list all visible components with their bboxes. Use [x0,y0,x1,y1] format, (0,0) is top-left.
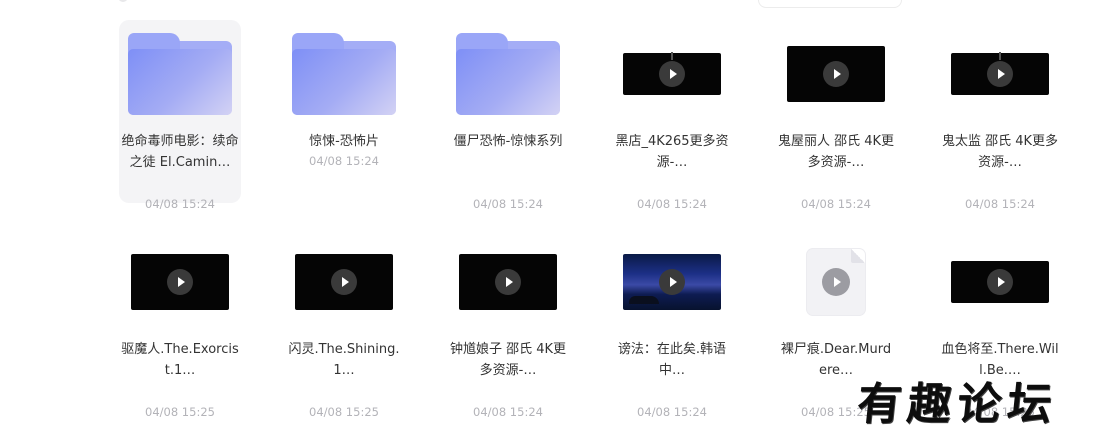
video-item[interactable]: 鬼屋丽人 邵氏 4K更多资源-… 04/08 15:24 [775,20,897,211]
file-name: 僵尸恐怖-惊悚系列 [453,134,563,149]
video-file-thumbnail [775,236,897,328]
file-date: 04/08 15:24 [965,197,1035,211]
video-thumbnail [611,236,733,328]
play-icon [822,268,850,296]
play-icon [495,269,521,295]
file-name: 闪灵.The.Shining.1… [288,342,400,378]
folder-thumbnail [119,28,241,120]
file-date: 04/08 15:24 [145,197,215,211]
play-icon [167,269,193,295]
video-item[interactable]: 闪灵.The.Shining.1… 04/08 15:25 [283,228,405,419]
video-thumbnail [611,28,733,120]
file-name: 驱魔人.The.Exorcist.1… [121,342,239,378]
file-date: 04/08 15:24 [473,405,543,419]
play-icon [659,61,685,87]
play-icon [987,269,1013,295]
file-date: 04/08 15:24 [801,197,871,211]
video-item[interactable]: 鬼太监 邵氏 4K更多资源-… 04/08 15:24 [939,20,1061,211]
file-date: 04/08 15:24 [637,405,707,419]
file-date: 04/08 15:24 [637,197,707,211]
folder-icon [128,33,232,115]
play-icon [987,61,1013,87]
folder-icon [292,33,396,115]
play-icon [823,61,849,87]
file-name: 鬼屋丽人 邵氏 4K更多资源-… [777,134,895,170]
file-name: 黑店_4K265更多资源-… [615,134,729,170]
file-date: 04/08 15:24 [309,154,379,168]
video-file-icon [807,249,865,315]
file-name: 谤法：在此矣.韩语中… [617,342,727,378]
file-name: 惊悚-恐怖片 [309,134,379,149]
video-thumbnail [775,28,897,120]
video-thumbnail [939,236,1061,328]
folder-item[interactable]: 绝命毒师电影：续命之徒 El.Camin… 04/08 15:24 [119,20,241,211]
forum-watermark: 有趣论坛 [854,379,1061,430]
video-item[interactable]: 谤法：在此矣.韩语中… 04/08 15:24 [611,228,733,419]
file-date: 04/08 15:25 [309,405,379,419]
folder-item[interactable]: 僵尸恐怖-惊悚系列 04/08 15:24 [447,20,569,211]
video-item[interactable]: 驱魔人.The.Exorcist.1… 04/08 15:25 [119,228,241,419]
file-date: 04/08 15:24 [473,197,543,211]
video-thumbnail [283,236,405,328]
video-thumbnail [447,236,569,328]
folder-icon [456,33,560,115]
folder-thumbnail [283,28,405,120]
file-name: 钟馗娘子 邵氏 4K更多资源-… [449,342,567,378]
video-item[interactable]: 黑店_4K265更多资源-… 04/08 15:24 [611,20,733,211]
folder-item[interactable]: 惊悚-恐怖片 04/08 15:24 [283,20,405,203]
folder-thumbnail [447,28,569,120]
file-name: 鬼太监 邵氏 4K更多资源-… [941,134,1059,170]
file-name: 绝命毒师电影：续命之徒 El.Camin… [121,134,239,170]
play-icon [659,269,685,295]
video-thumbnail [119,236,241,328]
video-thumbnail [939,28,1061,120]
play-icon [331,269,357,295]
file-date: 04/08 15:25 [145,405,215,419]
video-item[interactable]: 钟馗娘子 邵氏 4K更多资源-… 04/08 15:24 [447,228,569,419]
